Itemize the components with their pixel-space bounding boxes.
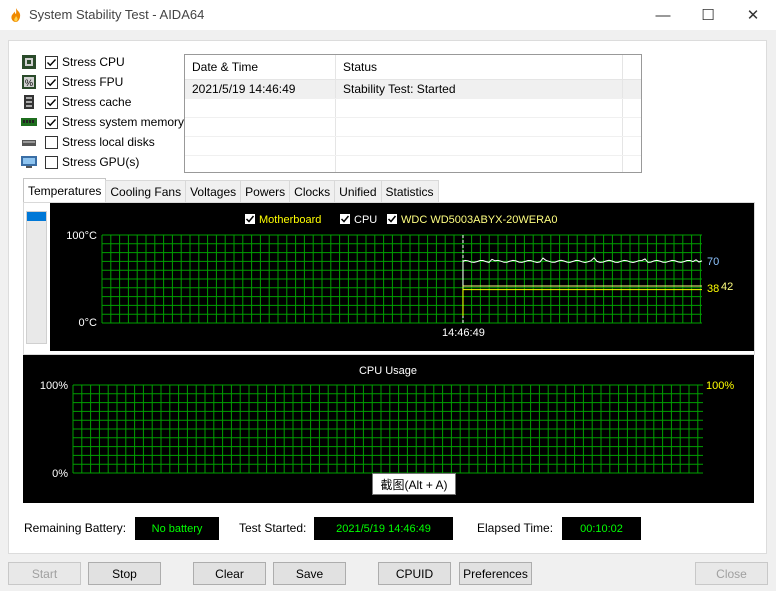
temp-x-marker-label: 14:46:49 [442,327,485,339]
status-log-table[interactable]: Date & Time Status 2021/5/19 14:46:49 St… [184,54,642,173]
close-button[interactable]: Close [695,562,768,585]
elapsed-time-value: 00:10:02 [562,517,641,540]
stop-button[interactable]: Stop [88,562,161,585]
clear-button[interactable]: Clear [193,562,266,585]
cpu-usage-value: 100% [706,380,734,392]
close-window-button[interactable]: ✕ [730,0,776,30]
stress-gpu-label: Stress GPU(s) [62,155,140,169]
stress-gpu-option[interactable]: Stress GPU(s) [21,153,139,171]
sensor-scrollbar[interactable] [26,211,47,344]
battery-label: Remaining Battery: [24,521,127,535]
fpu-icon: % [22,75,36,89]
log-row-empty [185,156,641,172]
usage-y-max-label: 100% [40,380,68,392]
cpu-icon [22,55,36,69]
maximize-button[interactable]: ☐ [685,0,731,30]
stress-gpu-checkbox[interactable] [45,155,58,169]
preferences-button[interactable]: Preferences [459,562,532,585]
stress-cache-checkbox[interactable] [45,95,58,109]
tab-powers[interactable]: Powers [240,180,291,202]
log-row-empty [185,118,641,137]
minimize-icon: — [655,6,671,24]
start-button[interactable]: Start [8,562,81,585]
sensor-scroll-thumb[interactable] [27,212,46,221]
aida64-flame-icon [11,8,21,22]
stress-fpu-label: Stress FPU [62,75,124,89]
legend-motherboard: Motherboard [259,214,321,226]
motherboard-temp-series [462,289,702,316]
stress-disk-label: Stress local disks [62,135,155,149]
disk-temp-value: 42 [721,281,733,293]
stress-fpu-checkbox[interactable] [45,75,58,89]
graph-tabs: Temperatures Cooling Fans Voltages Power… [23,178,439,202]
screenshot-tooltip: 截图(Alt + A) [372,473,456,495]
tab-statistics[interactable]: Statistics [380,180,439,202]
cpu-temp-series [462,257,703,288]
memory-icon [21,118,37,126]
stress-memory-option[interactable]: Stress system memory [21,113,184,131]
cpuid-button[interactable]: CPUID [378,562,451,585]
tab-clocks[interactable]: Clocks [289,180,336,202]
usage-y-min-label: 0% [52,468,68,480]
disk-icon [22,140,36,146]
temp-y-min-label: 0°C [79,317,98,329]
save-button[interactable]: Save [273,562,346,585]
stress-cpu-label: Stress CPU [62,55,125,69]
log-row-empty [185,137,641,156]
gpu-icon [21,156,37,168]
stress-cpu-option[interactable]: Stress CPU [21,53,125,71]
stress-memory-checkbox[interactable] [45,115,58,129]
log-header-datetime[interactable]: Date & Time [185,55,336,79]
stress-cache-option[interactable]: Stress cache [21,93,131,111]
tab-unified[interactable]: Unified [334,180,382,202]
elapsed-time-label: Elapsed Time: [477,521,554,535]
title-bar: System Stability Test - AIDA64 — ☐ ✕ [0,0,776,30]
temperature-grid [101,234,702,324]
close-icon: ✕ [746,7,760,24]
cpu-temp-value: 70 [707,256,719,268]
log-cell-time: 2021/5/19 14:46:49 [185,80,336,98]
stress-cpu-checkbox[interactable] [45,55,58,69]
legend-disk-checkbox[interactable] [387,214,397,224]
temperature-graph: Motherboard CPU WDC WD5003ABYX-20WERA0 1… [50,203,754,351]
temp-legend: Motherboard CPU WDC WD5003ABYX-20WERA0 [245,214,558,226]
maximize-icon: ☐ [701,7,715,24]
temp-y-max-label: 100°C [66,230,97,242]
cpu-usage-grid [72,384,703,474]
tab-cooling-fans[interactable]: Cooling Fans [105,180,187,202]
tab-voltages[interactable]: Voltages [185,180,242,202]
log-row[interactable]: 2021/5/19 14:46:49 Stability Test: Start… [185,80,641,99]
stress-fpu-option[interactable]: % Stress FPU [21,73,123,91]
motherboard-temp-value: 38 [707,283,719,295]
stress-disk-option[interactable]: Stress local disks [21,133,155,151]
legend-cpu: CPU [354,214,377,226]
cache-icon [24,95,34,109]
stress-cache-label: Stress cache [62,95,132,109]
log-header-row: Date & Time Status [185,55,641,80]
window-title: System Stability Test - AIDA64 [29,7,205,22]
legend-disk: WDC WD5003ABYX-20WERA0 [401,214,558,226]
legend-motherboard-checkbox[interactable] [245,214,255,224]
log-header-status[interactable]: Status [336,55,623,79]
svg-text:%: % [25,78,33,88]
tab-temperatures[interactable]: Temperatures [23,178,107,202]
battery-value: No battery [135,517,219,540]
stress-memory-label: Stress system memory [62,115,185,129]
test-started-value: 2021/5/19 14:46:49 [314,517,453,540]
cpu-usage-title: CPU Usage [359,365,417,377]
log-cell-status: Stability Test: Started [336,80,623,98]
legend-cpu-checkbox[interactable] [340,214,350,224]
test-started-label: Test Started: [239,521,307,535]
log-row-empty [185,99,641,118]
stress-disk-checkbox[interactable] [45,135,58,149]
minimize-button[interactable]: — [640,0,686,30]
main-panel: Stress CPU % Stress FPU Stress cache Str… [8,40,767,554]
